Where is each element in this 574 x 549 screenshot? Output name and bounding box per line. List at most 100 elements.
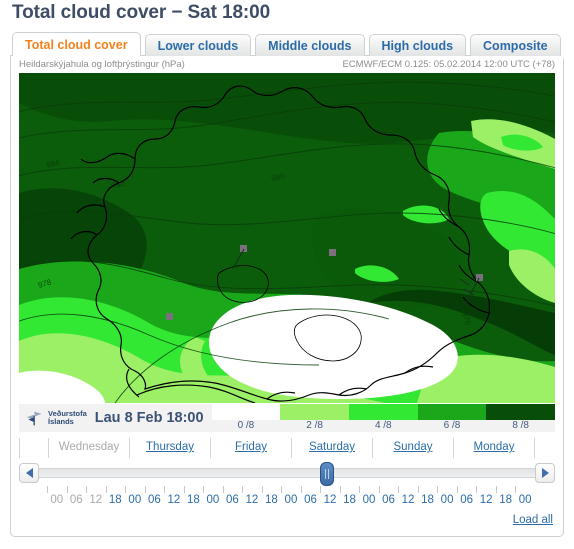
tick-mark-17 bbox=[378, 486, 399, 493]
time-slider-handle[interactable] bbox=[319, 462, 334, 486]
time-slider-row bbox=[19, 460, 555, 486]
day-cell-saturday[interactable]: Saturday bbox=[292, 438, 373, 458]
hour-labels-row: 00 06 12 18 00 06 12 18 00 06 12 18 00 06 12 18 00 06 12 18… bbox=[19, 494, 555, 506]
tick-mark-18 bbox=[398, 486, 418, 493]
hour-label-19[interactable]: 18 bbox=[418, 494, 438, 506]
tab-lower-clouds[interactable]: Lower clouds bbox=[144, 34, 252, 56]
legend-swatch-4 bbox=[486, 404, 555, 420]
vedurstofa-logo-icon bbox=[26, 411, 42, 426]
hour-label-2: 12 bbox=[89, 494, 103, 506]
tick-mark-23 bbox=[495, 486, 516, 493]
chevron-right-icon bbox=[541, 468, 549, 478]
tab-bar: Total cloud cover Lower clouds Middle cl… bbox=[12, 28, 574, 56]
load-all-link[interactable]: Load all bbox=[513, 514, 553, 526]
legend-tick-4: 8 /8 bbox=[512, 420, 529, 431]
day-nav-tail bbox=[535, 438, 555, 458]
station-marker bbox=[166, 313, 173, 320]
hour-label-10[interactable]: 12 bbox=[242, 494, 262, 506]
day-cell-sunday[interactable]: Sunday bbox=[373, 438, 454, 458]
hour-label-24[interactable]: 00 bbox=[515, 494, 535, 506]
tab-middle-clouds[interactable]: Middle clouds bbox=[255, 34, 365, 56]
station-marker bbox=[329, 249, 336, 256]
time-slider-track[interactable] bbox=[37, 462, 537, 486]
tab-total-cloud-cover[interactable]: Total cloud cover bbox=[12, 32, 141, 56]
weather-map[interactable]: 984 982 980 978 976 978 bbox=[19, 73, 555, 403]
map-caption-right: ECMWF/ECM 0.125: 05.02.2014 12:00 UTC (+… bbox=[342, 59, 555, 70]
legend-date-label: Lau 8 Feb 18:00 bbox=[94, 410, 204, 426]
tick-mark-20 bbox=[437, 486, 457, 493]
tick-mark-19 bbox=[417, 486, 438, 493]
hour-label-15[interactable]: 18 bbox=[340, 494, 360, 506]
legend-cell-3: 6 /8 bbox=[417, 404, 487, 432]
tick-mark-24 bbox=[515, 486, 535, 493]
tick-mark-0 bbox=[47, 486, 67, 493]
legend-bar: Veðurstofa Íslands Lau 8 Feb 18:00 0 /8 … bbox=[19, 403, 555, 432]
logo-line-2: Íslands bbox=[48, 417, 74, 426]
hour-label-3[interactable]: 18 bbox=[106, 494, 126, 506]
day-cell-wednesday: Wednesday bbox=[49, 438, 130, 458]
legend-swatch-3 bbox=[417, 404, 487, 420]
hour-label-6[interactable]: 12 bbox=[164, 494, 184, 506]
legend-color-scale: 0 /8 2 /8 4 /8 6 /8 8 /8 bbox=[211, 404, 555, 432]
day-link-friday[interactable]: Friday bbox=[235, 441, 267, 453]
tick-mark-4 bbox=[125, 486, 145, 493]
hour-label-4[interactable]: 00 bbox=[125, 494, 145, 506]
day-link-sunday[interactable]: Sunday bbox=[393, 441, 432, 453]
prev-step-button[interactable] bbox=[19, 463, 39, 483]
hour-label-23[interactable]: 18 bbox=[496, 494, 516, 506]
hour-label-7[interactable]: 18 bbox=[184, 494, 204, 506]
hour-label-21[interactable]: 06 bbox=[457, 494, 477, 506]
day-nav-spacer bbox=[20, 438, 49, 458]
map-caption-row: Heildarskýjahula og loftþrýstingur (hPa)… bbox=[11, 56, 563, 73]
day-cell-monday[interactable]: Monday bbox=[454, 438, 535, 458]
tick-mark-6 bbox=[164, 486, 184, 493]
legend-tick-1: 2 /8 bbox=[306, 420, 323, 431]
hour-label-12[interactable]: 00 bbox=[281, 494, 301, 506]
legend-cell-0: 0 /8 bbox=[211, 404, 281, 432]
hour-label-5[interactable]: 06 bbox=[145, 494, 165, 506]
tick-mark-8 bbox=[203, 486, 223, 493]
station-marker bbox=[240, 245, 247, 252]
hour-label-18[interactable]: 12 bbox=[398, 494, 418, 506]
day-cell-thursday[interactable]: Thursday bbox=[130, 438, 211, 458]
legend-swatch-0 bbox=[211, 404, 281, 420]
day-navigation: Wednesday Thursday Friday Saturday Sunda… bbox=[19, 438, 555, 458]
vedurstofa-logo-text: Veðurstofa Íslands bbox=[48, 409, 87, 427]
day-link-saturday[interactable]: Saturday bbox=[309, 441, 355, 453]
day-link-thursday[interactable]: Thursday bbox=[146, 441, 194, 453]
hour-label-11[interactable]: 18 bbox=[262, 494, 282, 506]
legend-swatch-2 bbox=[348, 404, 418, 420]
legend-tick-3: 6 /8 bbox=[443, 420, 461, 431]
tab-composite[interactable]: Composite bbox=[470, 34, 561, 56]
tick-mark-1 bbox=[66, 486, 87, 493]
hour-label-0: 00 bbox=[50, 494, 64, 506]
hour-label-8[interactable]: 00 bbox=[203, 494, 223, 506]
tick-mark-9 bbox=[222, 486, 243, 493]
tick-mark-21 bbox=[456, 486, 477, 493]
hour-label-20[interactable]: 00 bbox=[437, 494, 457, 506]
hour-label-16[interactable]: 00 bbox=[359, 494, 379, 506]
tab-high-clouds[interactable]: High clouds bbox=[368, 34, 467, 56]
station-marker bbox=[476, 274, 483, 281]
hour-label-9[interactable]: 06 bbox=[223, 494, 243, 506]
tick-mark-12 bbox=[281, 486, 301, 493]
tick-mark-7 bbox=[183, 486, 204, 493]
tick-mark-22 bbox=[476, 486, 496, 493]
hour-label-17[interactable]: 06 bbox=[379, 494, 399, 506]
legend-swatch-1 bbox=[280, 404, 349, 420]
next-step-button[interactable] bbox=[535, 463, 555, 483]
day-link-monday[interactable]: Monday bbox=[474, 441, 515, 453]
legend-tick-2: 4 /8 bbox=[374, 420, 392, 431]
tick-mark-2 bbox=[86, 486, 106, 493]
hour-label-13[interactable]: 06 bbox=[301, 494, 321, 506]
map-caption-left: Heildarskýjahula og loftþrýstingur (hPa) bbox=[19, 59, 185, 70]
day-cell-friday[interactable]: Friday bbox=[211, 438, 292, 458]
load-all-row: Load all bbox=[11, 506, 563, 536]
hour-label-1: 06 bbox=[69, 494, 83, 506]
tick-mark-13 bbox=[300, 486, 321, 493]
tick-mark-11 bbox=[261, 486, 282, 493]
tick-mark-16 bbox=[359, 486, 379, 493]
hour-label-22[interactable]: 12 bbox=[476, 494, 496, 506]
chevron-left-icon bbox=[25, 468, 33, 478]
hour-label-14[interactable]: 12 bbox=[320, 494, 340, 506]
